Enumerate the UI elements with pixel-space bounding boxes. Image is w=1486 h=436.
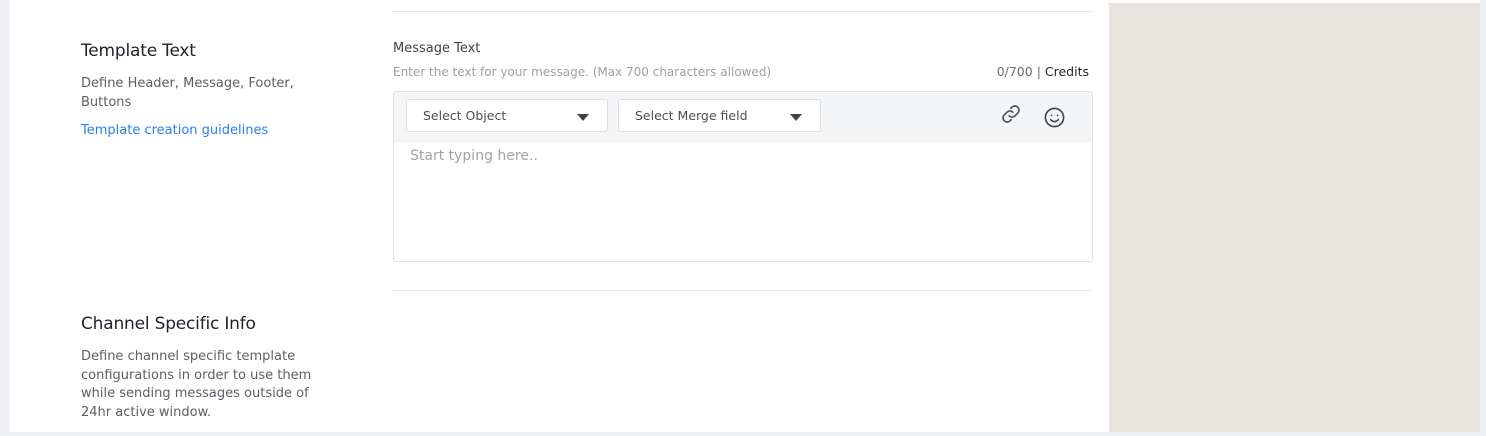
template-preview-panel [1109,3,1480,432]
char-count: 0/700 [996,64,1033,79]
message-text-input[interactable] [394,142,1092,261]
select-merge-field-value: Select Merge field [635,108,748,123]
counter-separator: | [1032,64,1045,79]
section-divider [393,11,1093,12]
select-object-dropdown[interactable]: Select Object [406,99,608,132]
chevron-down-icon [790,114,802,121]
channel-specific-title: Channel Specific Info [81,314,256,334]
message-text-hint: Enter the text for your message. (Max 70… [393,65,772,79]
link-icon[interactable] [1000,103,1024,127]
character-counter: 0/700 | Credits [997,64,1089,79]
section-divider [393,290,1093,291]
template-text-title: Template Text [81,41,196,61]
smiley-icon[interactable] [1043,106,1067,130]
template-guidelines-link[interactable]: Template creation guidelines [81,123,268,138]
template-text-description: Define Header, Message, Footer, Buttons [81,76,294,110]
editor-toolbar: Select Object Select Merge field [394,92,1092,142]
message-editor: Select Object Select Merge field [393,91,1093,262]
credits-label: Credits [1044,64,1089,79]
select-object-value: Select Object [423,108,507,123]
chevron-down-icon [577,114,589,121]
template-form-page: Template Text Define Header, Message, Fo… [10,0,1480,432]
message-text-label: Message Text [393,41,481,56]
channel-specific-description: Define channel specific template configu… [81,349,312,420]
select-merge-field-dropdown[interactable]: Select Merge field [618,99,821,132]
